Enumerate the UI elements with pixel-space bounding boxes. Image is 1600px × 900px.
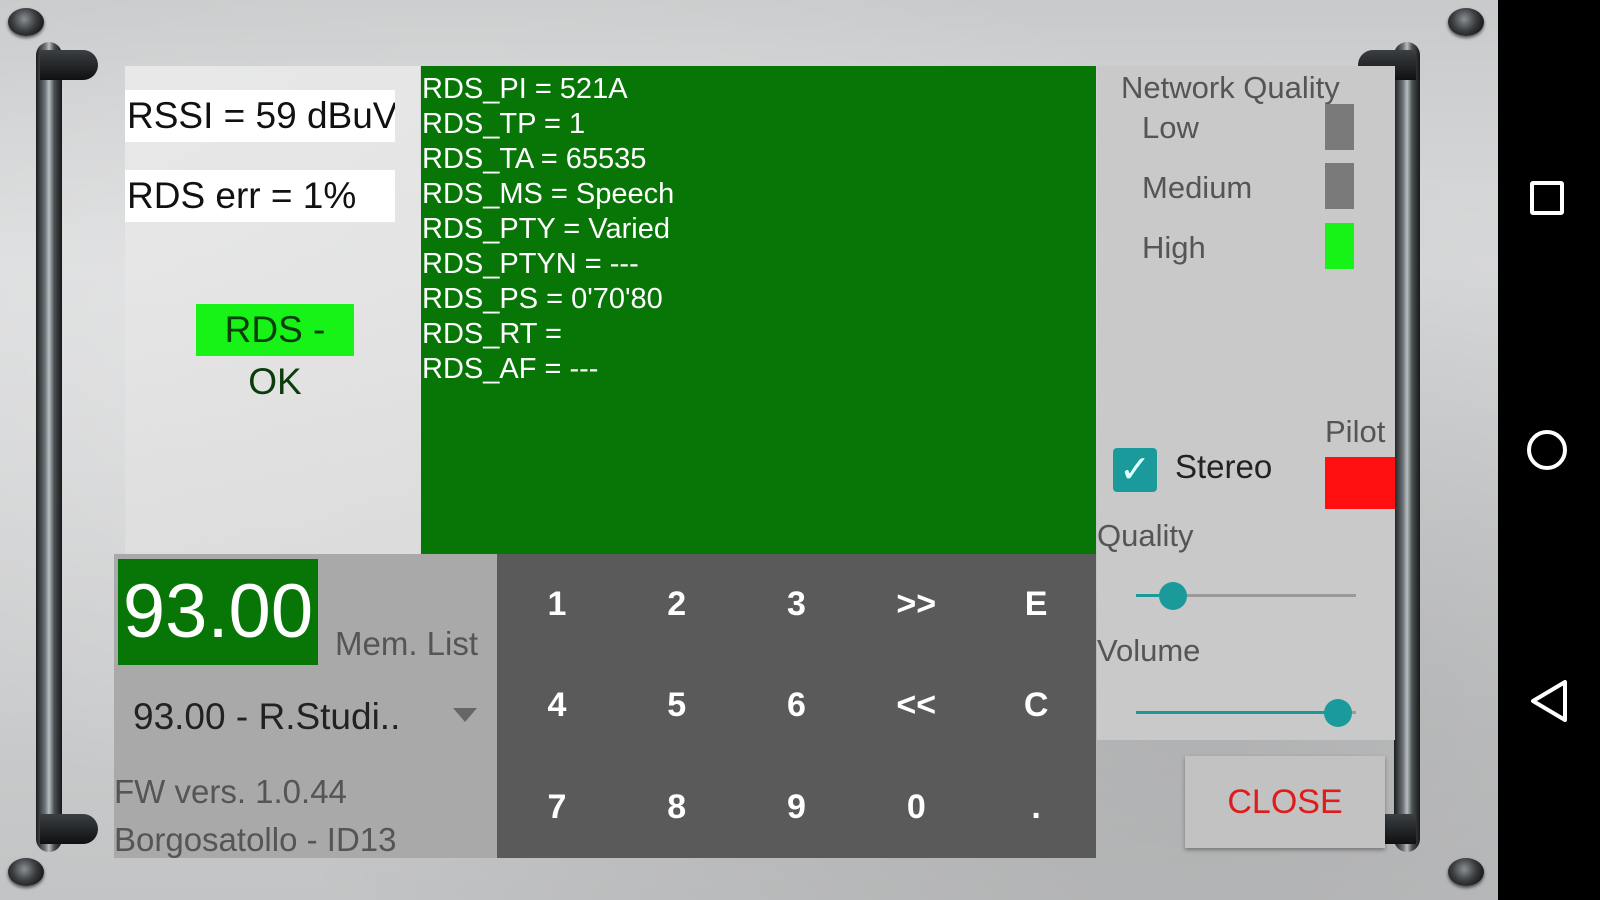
network-quality-title: Network Quality xyxy=(1121,70,1340,105)
network-quality-high-label: High xyxy=(1142,230,1206,265)
rds-info-panel: RDS_PI = 521A RDS_TP = 1 RDS_TA = 65535 … xyxy=(421,66,1096,554)
network-quality-low-indicator xyxy=(1325,104,1354,150)
home-icon[interactable] xyxy=(1527,430,1567,470)
firmware-version: FW vers. 1.0.44 xyxy=(114,773,347,810)
network-quality-low-label: Low xyxy=(1142,110,1199,145)
network-quality-medium-label: Medium xyxy=(1142,170,1253,205)
key-3[interactable]: 3 xyxy=(737,554,857,655)
key-5[interactable]: 5 xyxy=(617,655,737,756)
rds-line: RDS_TA = 65535 xyxy=(422,143,647,175)
chevron-down-icon[interactable] xyxy=(453,708,477,722)
key-enter[interactable]: E xyxy=(976,554,1096,655)
rds-line: RDS_PTYN = --- xyxy=(422,248,639,280)
keypad: 1 2 3 >> E 4 5 6 << C 7 8 9 0 . xyxy=(497,554,1096,858)
key-dot[interactable]: . xyxy=(976,757,1096,858)
mem-list-label[interactable]: Mem. List xyxy=(335,625,478,663)
rds-line: RDS_AF = --- xyxy=(422,353,599,385)
network-quality-high-indicator xyxy=(1325,223,1354,269)
network-quality-medium-indicator xyxy=(1325,163,1354,209)
close-button[interactable]: CLOSE xyxy=(1185,756,1385,848)
key-8[interactable]: 8 xyxy=(617,757,737,858)
back-icon[interactable] xyxy=(1527,678,1571,724)
screw-bottom-right xyxy=(1448,858,1484,886)
key-clear[interactable]: C xyxy=(976,655,1096,756)
key-6[interactable]: 6 xyxy=(737,655,857,756)
device-location: Borgosatollo - ID13 xyxy=(114,821,397,858)
key-0[interactable]: 0 xyxy=(856,757,976,858)
volume-label: Volume xyxy=(1097,633,1201,668)
rds-line: RDS_MS = Speech xyxy=(422,178,675,210)
pilot-indicator xyxy=(1325,457,1395,509)
screw-bottom-left xyxy=(8,858,44,886)
right-handle xyxy=(1358,42,1456,852)
quality-label: Quality xyxy=(1097,518,1194,553)
rds-status-badge: RDS - OK xyxy=(196,304,354,402)
key-7[interactable]: 7 xyxy=(497,757,617,858)
stereo-label: Stereo xyxy=(1175,448,1273,485)
key-seek-forward[interactable]: >> xyxy=(856,554,976,655)
recent-apps-icon[interactable] xyxy=(1530,181,1564,215)
screw-top-right xyxy=(1448,8,1484,36)
key-2[interactable]: 2 xyxy=(617,554,737,655)
key-1[interactable]: 1 xyxy=(497,554,617,655)
screw-top-left xyxy=(8,8,44,36)
key-4[interactable]: 4 xyxy=(497,655,617,756)
key-9[interactable]: 9 xyxy=(737,757,857,858)
stereo-checkbox[interactable]: ✓ xyxy=(1113,448,1157,492)
rds-line: RDS_TP = 1 xyxy=(422,108,586,140)
rds-line: RDS_PI = 521A xyxy=(422,73,628,105)
station-dropdown[interactable]: 93.00 - R.Studi.. xyxy=(133,696,400,738)
pilot-label: Pilot xyxy=(1325,414,1386,449)
key-seek-back[interactable]: << xyxy=(856,655,976,756)
rssi-readout: RSSI = 59 dBuV xyxy=(125,90,395,142)
rds-line: RDS_RT = xyxy=(422,318,562,350)
rds-error-readout: RDS err = 1% xyxy=(125,170,395,222)
frequency-display: 93.00 xyxy=(118,559,318,665)
rds-line: RDS_PS = 0'70'80 xyxy=(422,283,663,315)
volume-slider[interactable] xyxy=(1136,699,1356,727)
rds-line: RDS_PTY = Varied xyxy=(422,213,670,245)
quality-slider[interactable] xyxy=(1136,582,1356,610)
left-handle xyxy=(0,42,98,852)
